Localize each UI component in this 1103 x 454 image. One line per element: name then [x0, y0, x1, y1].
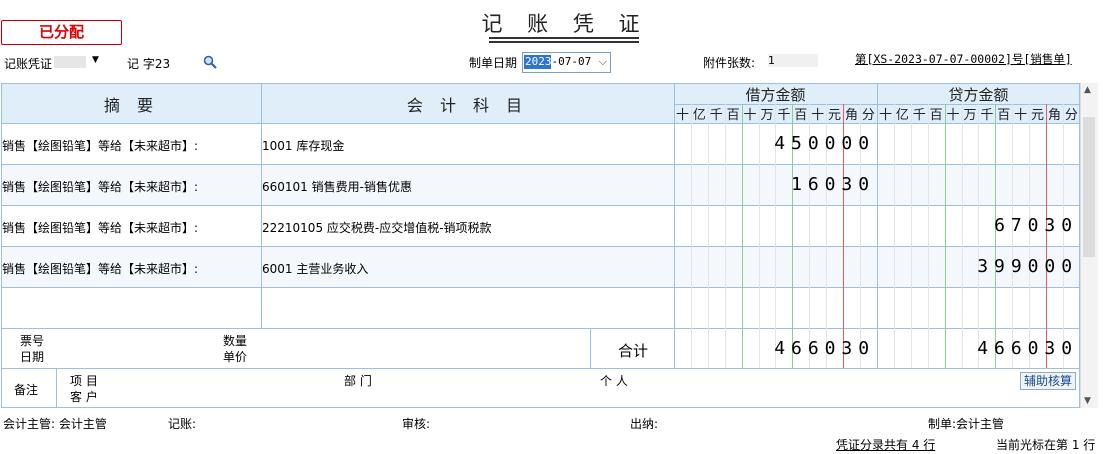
- credit-digit-header: 千: [980, 108, 994, 123]
- credit-digit-header: 百: [929, 108, 943, 123]
- voucher-number: 第[XS-2023-07-07-00002]号[销售单]: [855, 52, 1072, 66]
- header-summary: 摘 要: [103, 95, 160, 115]
- remark-label: 备注: [14, 383, 39, 397]
- dept-label: 部 门: [344, 374, 372, 388]
- status-badge: 已分配: [1, 20, 122, 45]
- row-account[interactable]: 1001 库存现金: [262, 137, 344, 154]
- debit-digit-header: 千: [777, 108, 791, 123]
- row-credit[interactable]: 399000: [877, 256, 1078, 277]
- credit-digit-header: 元: [1031, 108, 1045, 123]
- total-credit: 466030: [977, 338, 1078, 359]
- debit-digit-header: 万: [760, 108, 774, 123]
- row-summary[interactable]: 销售【绘图铅笔】等给【未来超市】:: [2, 137, 198, 154]
- person-label: 个 人: [600, 374, 628, 388]
- entries-count: 凭证分录共有 4 行: [836, 438, 936, 452]
- customer-label: 客 户: [70, 390, 98, 404]
- row-debit[interactable]: 16030: [674, 174, 875, 195]
- ticket-date-label: 日期: [20, 350, 45, 364]
- date-rest: -07-07: [551, 55, 592, 68]
- row-summary[interactable]: 销售【绘图铅笔】等给【未来超市】:: [2, 219, 198, 236]
- credit-digit-header: 分: [1064, 108, 1078, 123]
- quantity-label: 数量: [223, 334, 248, 348]
- debit-digit-header: 角: [844, 108, 858, 123]
- vertical-scrollbar[interactable]: ▲ ▼: [1080, 83, 1098, 408]
- voucher-word: 记 字23: [127, 57, 171, 71]
- credit-digit-header: 百: [997, 108, 1011, 123]
- credit-digit-header: 十: [1014, 108, 1028, 123]
- sig-maker: 制单:会计主管: [928, 417, 1005, 431]
- ticket-no-label: 票号: [20, 334, 45, 348]
- credit-digit-header: 千: [912, 108, 926, 123]
- title-underline: [489, 37, 639, 39]
- sig-cashier: 出纳:: [630, 417, 659, 431]
- cursor-position: 当前光标在第 1 行: [996, 438, 1096, 452]
- credit-digit-header: 亿: [895, 108, 909, 123]
- credit-digit-header: 十: [946, 108, 960, 123]
- total-label: 合计: [618, 342, 649, 360]
- chevron-down-icon[interactable]: ⌵: [599, 55, 607, 69]
- debit-digit-header: 十: [811, 108, 825, 123]
- date-year: 2023: [525, 55, 552, 68]
- attachments-label: 附件张数:: [703, 56, 756, 70]
- row-account[interactable]: 6001 主营业务收入: [262, 260, 368, 277]
- voucher-type-select[interactable]: 记账凭证 ▼: [4, 55, 99, 71]
- page-title: 记 账 凭 证: [481, 12, 649, 36]
- voucher-type-value: 记账凭证: [4, 57, 53, 71]
- search-icon[interactable]: [203, 55, 217, 69]
- scroll-down-icon[interactable]: ▼: [1084, 396, 1091, 406]
- project-label: 项 目: [70, 374, 98, 388]
- credit-digit-header: 万: [963, 108, 977, 123]
- header-credit: 贷方金额: [948, 85, 1009, 104]
- debit-digit-header: 十: [675, 108, 689, 123]
- debit-digit-header: 分: [861, 108, 875, 123]
- date-input[interactable]: 2023-07-07 ⌵: [522, 52, 611, 73]
- voucher-grid: 摘 要 会 计 科 目 借方金额 贷方金额 十亿千百十万千百十元角分十亿千百十万…: [1, 83, 1080, 408]
- row-account[interactable]: 660101 销售费用-销售优惠: [262, 178, 412, 195]
- title-underline: [489, 41, 639, 43]
- scrollbar-thumb[interactable]: [1083, 117, 1095, 257]
- date-label: 制单日期: [469, 56, 518, 70]
- row-summary[interactable]: 销售【绘图铅笔】等给【未来超市】:: [2, 260, 198, 277]
- debit-digit-header: 元: [828, 108, 842, 123]
- sig-supervisor: 会计主管: 会计主管: [3, 417, 107, 431]
- scroll-up-icon[interactable]: ▲: [1084, 85, 1091, 95]
- chevron-down-icon[interactable]: ▼: [92, 55, 99, 65]
- total-debit: 466030: [774, 338, 875, 359]
- row-account[interactable]: 22210105 应交税费-应交增值税-销项税款: [262, 219, 492, 236]
- header-account: 会 计 科 目: [406, 95, 529, 115]
- sig-audit: 审核:: [402, 417, 431, 431]
- header-debit: 借方金额: [745, 85, 806, 104]
- debit-digit-header: 十: [743, 108, 757, 123]
- row-credit[interactable]: 67030: [877, 215, 1078, 236]
- sig-bookkeep: 记账:: [168, 417, 197, 431]
- unit-price-label: 单价: [223, 350, 248, 364]
- aux-accounting-button[interactable]: 辅助核算: [1020, 372, 1076, 390]
- credit-digit-header: 十: [878, 108, 892, 123]
- credit-digit-header: 角: [1047, 108, 1061, 123]
- attachments-field[interactable]: 1: [768, 54, 818, 67]
- debit-digit-header: 亿: [692, 108, 706, 123]
- row-summary[interactable]: 销售【绘图铅笔】等给【未来超市】:: [2, 178, 198, 195]
- voucher-type-box: [54, 56, 86, 68]
- debit-digit-header: 千: [709, 108, 723, 123]
- row-debit[interactable]: 450000: [674, 133, 875, 154]
- debit-digit-header: 百: [794, 108, 808, 123]
- debit-digit-header: 百: [726, 108, 740, 123]
